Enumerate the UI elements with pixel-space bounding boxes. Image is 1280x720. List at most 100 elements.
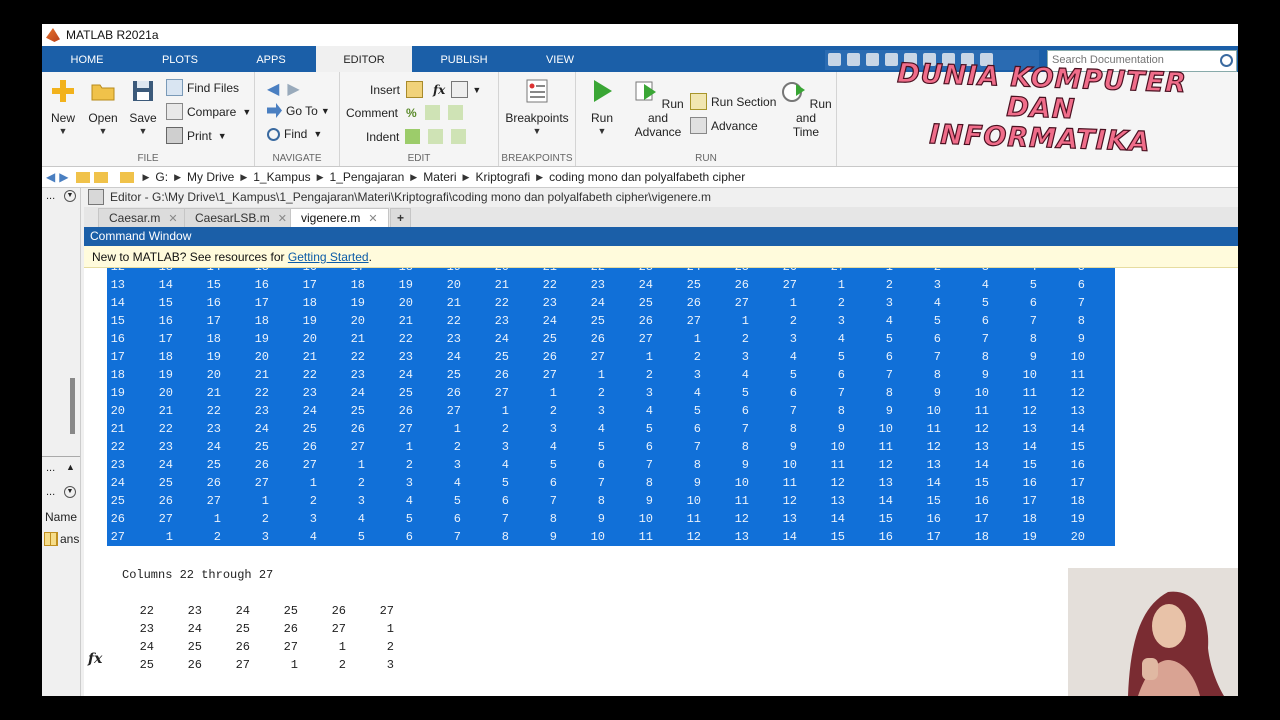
matrix-cell: 27 [494,386,509,400]
find-button[interactable]: Find ▼ [267,127,322,141]
tab-apps[interactable]: APPS [232,46,310,72]
up-folder-icon[interactable] [76,171,91,183]
matrix-cell: 17 [206,314,221,328]
back-arrow-icon[interactable]: ◀ [267,79,279,99]
matrix-cell: 8 [597,494,605,508]
matrix-cell: 1 [165,530,173,544]
matrix-cell: 20 [446,278,461,292]
breadcrumb-kriptografi[interactable]: Kriptografi [475,170,530,184]
matrix-cell: 18 [974,530,989,544]
command-prompt-fx[interactable]: fx [88,651,102,667]
floppy-icon [133,81,153,101]
matrix-cell: 24 [158,458,173,472]
matrix-cell: 19 [302,314,317,328]
advance-icon [690,117,707,134]
search-icon[interactable] [1220,54,1233,67]
wrap-comment-icon[interactable] [447,105,463,120]
indent-button[interactable]: Indent [366,129,470,144]
save-button[interactable]: Save ▼ [128,78,158,136]
matrix-cell: 1 [290,658,298,672]
find-files-button[interactable]: Find Files [166,79,239,96]
new-button[interactable]: New ▼ [48,78,78,136]
matrix-cell: 1 [309,476,317,490]
breadcrumb-my-drive[interactable]: My Drive [187,170,234,184]
close-icon[interactable]: ✕ [368,213,377,225]
open-button[interactable]: Open ▼ [86,78,120,136]
workspace-variable-ans[interactable]: ans [60,532,79,546]
matrix-cell: 16 [1070,458,1085,472]
matrix-cell: 23 [542,296,557,310]
cut-icon[interactable] [847,53,860,66]
advance-button[interactable]: Advance [690,117,758,134]
matrix-cell: 2 [789,314,797,328]
smart-indent-icon[interactable] [405,129,421,144]
matrix-cell: 4 [981,278,989,292]
forward-arrow-icon[interactable]: ▶ [287,79,299,99]
matrix-cell: 3 [645,386,653,400]
tab-home[interactable]: HOME [42,46,132,72]
pane-actions-icon[interactable]: ▼ [64,190,76,202]
tab-editor[interactable]: EDITOR [316,46,412,72]
matrix-cell: 11 [926,422,941,436]
matrix-cell: 10 [974,386,989,400]
matrix-cell: 19 [254,332,269,346]
run-and-advance-button[interactable]: Run and Advance [630,78,686,139]
uncomment-icon[interactable] [424,105,440,120]
matrix-cell: 25 [398,386,413,400]
close-icon[interactable]: ✕ [168,213,177,225]
run-section-button[interactable]: Run Section [690,93,776,110]
breadcrumb-coding-folder[interactable]: coding mono dan polyalfabeth cipher [549,170,745,184]
close-icon[interactable]: ✕ [278,213,287,225]
decrease-indent-icon[interactable] [451,129,467,144]
save-icon[interactable] [828,53,841,66]
matrix-cell: 5 [885,332,893,346]
new-tab-button[interactable]: + [390,208,412,228]
matrix-cell: 11 [686,512,701,526]
file-tab-caesarlsb[interactable]: CaesarLSB.m ✕ [184,208,298,228]
command-window-output[interactable]: 1213141516171819202122232425262712345131… [84,268,1238,696]
matrix-cell: 21 [158,404,173,418]
matrix-cell: 26 [398,404,413,418]
matrix-cell: 14 [110,296,125,310]
pane-menu-icon[interactable]: ... [46,190,55,202]
back-forward-buttons[interactable]: ◀ ▶ [267,79,300,99]
tab-publish[interactable]: PUBLISH [420,46,508,72]
tab-plots[interactable]: PLOTS [140,46,220,72]
matrix-cell: 25 [446,368,461,382]
tab-view[interactable]: VIEW [520,46,600,72]
fx-icon[interactable]: fx [433,83,445,97]
go-to-button[interactable]: Go To ▼ [267,103,330,118]
matrix-cell: 25 [686,278,701,292]
breadcrumb-materi[interactable]: Materi [423,170,456,184]
browse-folder-icon[interactable] [94,171,109,183]
increase-indent-icon[interactable] [428,129,444,144]
workspace-menu-icon[interactable]: ... [46,486,55,498]
matrix-cell: 1 [405,440,413,454]
forward-icon[interactable]: ▶ [59,170,68,184]
matrix-cell: 17 [302,278,317,292]
code-icon[interactable] [451,81,469,98]
breakpoints-button[interactable]: Breakpoints ▼ [503,78,571,136]
file-tab-caesar[interactable]: Caesar.m ✕ [98,208,189,228]
back-icon[interactable]: ◀ [46,170,55,184]
scrollbar-thumb[interactable] [70,378,75,434]
compare-button[interactable]: Compare ▼ [166,103,251,120]
percent-icon[interactable]: % [406,106,417,120]
matrix-cell: 23 [302,386,317,400]
breadcrumb-kampus[interactable]: 1_Kampus [253,170,310,184]
workspace-actions-icon[interactable]: ▼ [64,486,76,498]
insert-button[interactable]: Insert fx ▼ [370,81,481,98]
run-and-time-button[interactable]: Run and Time [780,78,832,139]
print-button[interactable]: Print ▼ [166,127,227,144]
file-tab-vigenere[interactable]: vigenere.m ✕ [290,208,389,228]
matrix-cell: 26 [494,368,509,382]
breadcrumb-drive[interactable]: G: [155,170,168,184]
collapse-pane-menu[interactable]: ... [46,462,55,474]
getting-started-link[interactable]: Getting Started [288,250,369,264]
matrix-cell: 9 [693,476,701,490]
matrix-cell: 6 [933,332,941,346]
run-button[interactable]: Run ▼ [588,78,616,136]
collapse-up-icon[interactable]: ▲ [66,462,75,472]
breadcrumb-pengajaran[interactable]: 1_Pengajaran [330,170,405,184]
comment-button[interactable]: Comment% [346,105,467,120]
